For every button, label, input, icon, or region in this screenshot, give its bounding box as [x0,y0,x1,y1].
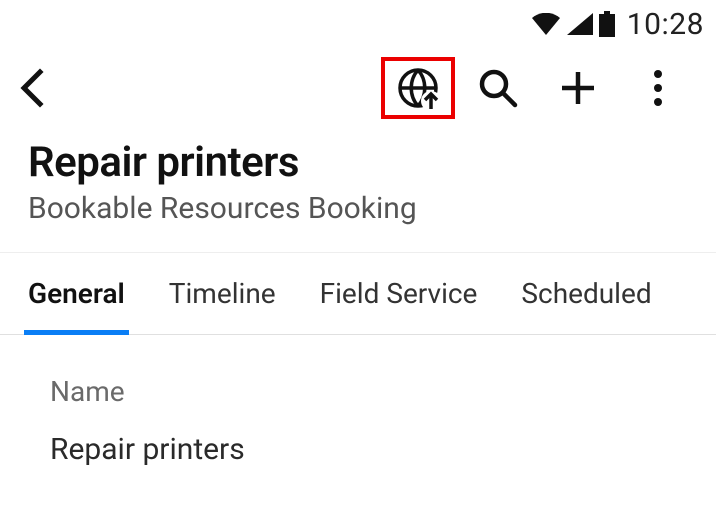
name-field-value[interactable]: Repair printers [50,432,666,467]
entity-name: Bookable Resources Booking [28,191,688,226]
clock-time: 10:28 [627,7,704,42]
plus-icon [558,68,598,108]
cellular-icon [567,13,593,35]
status-bar: 10:28 [0,0,716,48]
tab-label: Timeline [169,277,276,310]
globe-upload-icon [395,65,441,111]
search-icon [477,67,519,109]
more-vertical-icon [652,68,664,108]
tab-label: Field Service [320,277,478,310]
search-button[interactable] [458,67,538,109]
add-button[interactable] [538,68,618,108]
app-bar [0,48,716,128]
battery-icon [599,11,615,37]
back-button[interactable] [18,68,66,108]
form-area: Name Repair printers [0,335,716,467]
tab-field-service[interactable]: Field Service [320,253,478,334]
more-button[interactable] [618,68,698,108]
name-field-label: Name [50,375,666,408]
tab-scheduled[interactable]: Scheduled [521,253,651,334]
title-block: Repair printers Bookable Resources Booki… [0,128,716,252]
sync-online-button[interactable] [378,57,458,119]
tabs: General Timeline Field Service Scheduled [0,253,716,335]
highlight-box [381,57,455,119]
wifi-icon [531,13,561,35]
tab-timeline[interactable]: Timeline [169,253,276,334]
tab-label: Scheduled [521,277,651,310]
tab-label: General [28,277,125,310]
page-title: Repair printers [28,138,688,187]
tab-general[interactable]: General [28,253,125,334]
